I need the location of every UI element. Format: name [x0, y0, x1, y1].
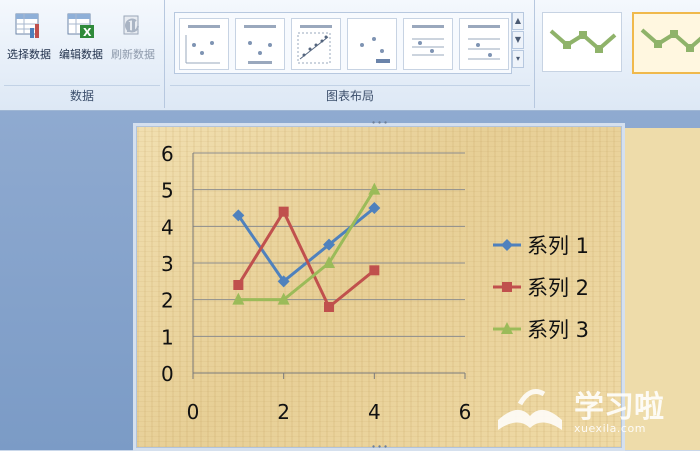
group-divider [4, 85, 160, 86]
chart-layout-gallery [174, 12, 512, 74]
y-tick-label: 3 [161, 252, 174, 276]
chart-layout-4[interactable] [347, 18, 397, 70]
edit-data-label: 编辑数据 [59, 48, 103, 61]
chart-layout-group: ▲ ▼ ▾ 图表布局 [166, 0, 535, 108]
data-group: 选择数据 X 编辑数据 刷新数据 数据 [0, 0, 165, 108]
chart-layout-group-label: 图表布局 [325, 89, 374, 103]
series-2-point [278, 206, 289, 217]
data-group-label: 数据 [69, 89, 94, 103]
legend-label: 系列 3 [527, 318, 589, 342]
series-2-point [233, 280, 244, 290]
select-data-button[interactable]: 选择数据 [2, 8, 56, 68]
select-data-icon [14, 12, 44, 40]
gallery-more-icon[interactable]: ▾ [512, 50, 524, 68]
select-data-label: 选择数据 [7, 48, 51, 61]
legend-marker [501, 239, 513, 251]
series-2-point [324, 302, 334, 312]
x-tick-label: 4 [368, 400, 381, 424]
x-tick-label: 0 [187, 400, 200, 424]
edit-data-excel-icon: X [66, 12, 96, 40]
watermark: 学习啦 xuexila.com [488, 380, 688, 440]
chart-style-group [536, 0, 700, 108]
legend-label: 系列 1 [527, 234, 589, 258]
series-3-point [368, 182, 381, 195]
refresh-data-icon [118, 12, 148, 40]
chart-layout-1[interactable] [179, 18, 229, 70]
edit-data-button[interactable]: X 编辑数据 [54, 8, 108, 68]
chart-style-gallery [542, 12, 700, 74]
y-tick-label: 2 [161, 289, 174, 313]
resize-handle-bottom[interactable]: ∙∙∙ [371, 443, 388, 451]
y-tick-label: 5 [161, 179, 174, 203]
y-tick-label: 1 [161, 325, 174, 349]
y-tick-label: 6 [161, 142, 174, 166]
ribbon: 选择数据 X 编辑数据 刷新数据 数据 ▲ ▼ ▾ 图表布局 [0, 0, 700, 111]
series-1-line [237, 206, 376, 283]
chart-layout-3[interactable] [291, 18, 341, 70]
y-tick-label: 0 [161, 362, 174, 386]
chart-style-2-selected[interactable] [632, 12, 700, 74]
watermark-url: xuexila.com [574, 422, 646, 435]
y-tick-label: 4 [161, 215, 174, 239]
resize-handle-right[interactable] [619, 281, 623, 291]
chart-layout-5[interactable] [403, 18, 453, 70]
resize-handle-top[interactable]: ∙∙∙ [371, 119, 388, 127]
refresh-data-label: 刷新数据 [111, 48, 155, 61]
legend-label: 系列 2 [527, 276, 589, 300]
refresh-data-button[interactable]: 刷新数据 [106, 8, 160, 68]
gallery-scroll-down-icon[interactable]: ▼ [512, 31, 524, 49]
group-divider [170, 85, 530, 86]
chart-layout-6[interactable] [459, 18, 509, 70]
legend-marker [502, 282, 512, 292]
svg-text:X: X [83, 26, 92, 39]
series-2-point [369, 265, 380, 276]
layout-gallery-scroll: ▲ ▼ ▾ [512, 12, 524, 72]
x-tick-label: 6 [459, 400, 472, 424]
chart-style-1[interactable] [542, 12, 622, 72]
watermark-title: 学习啦 [574, 390, 664, 425]
x-tick-label: 2 [277, 400, 290, 424]
resize-handle-left[interactable] [130, 281, 134, 291]
book-logo-icon [498, 389, 562, 430]
chart-layout-2[interactable] [235, 18, 285, 70]
gallery-scroll-up-icon[interactable]: ▲ [512, 12, 524, 30]
